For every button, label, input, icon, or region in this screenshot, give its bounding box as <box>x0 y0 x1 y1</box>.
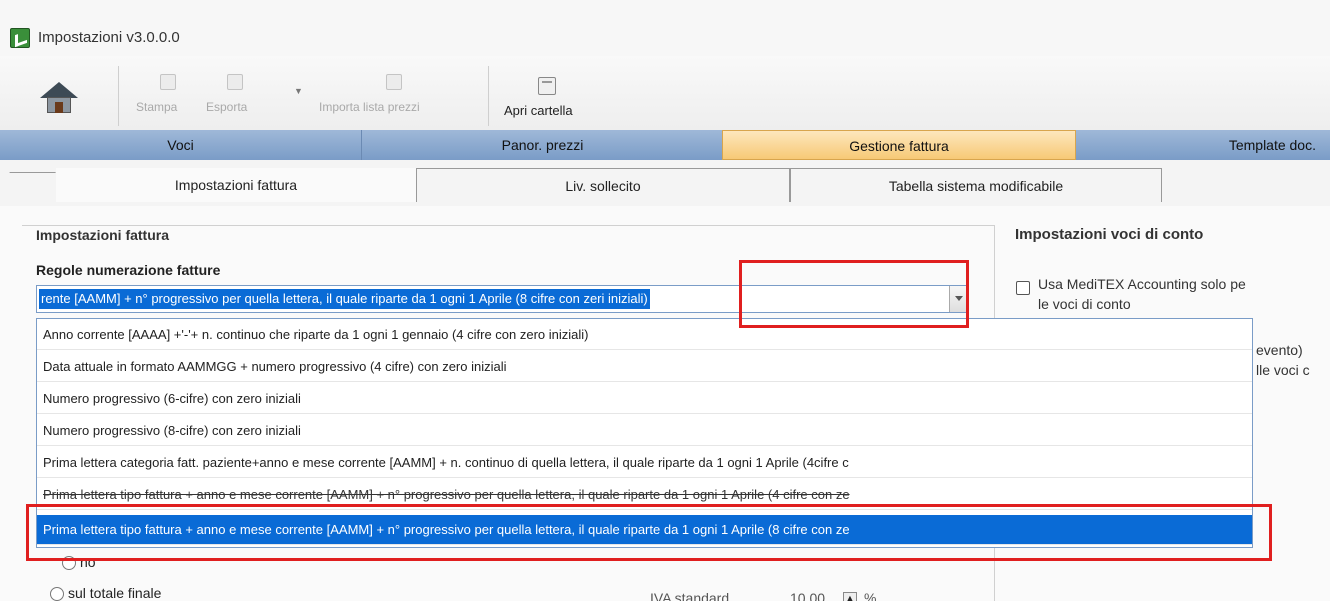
tab-voci[interactable]: Voci <box>0 130 362 160</box>
toolbar <box>0 56 1330 130</box>
account-settings-title: Impostazioni voci di conto <box>1015 226 1204 243</box>
window-title: Impostazioni v3.0.0.0 <box>38 29 180 46</box>
home-button[interactable] <box>38 82 82 116</box>
list-item[interactable]: Prima lettera categoria fatt. paziente+a… <box>37 448 1252 478</box>
subtab-tabella-sistema[interactable]: Tabella sistema modificabile <box>790 168 1162 202</box>
standard-label: IVA standard <box>650 590 730 601</box>
annotation-box <box>26 504 1272 561</box>
spin-up-icon[interactable]: ▲ <box>843 592 857 601</box>
standard-value[interactable]: 10,00 <box>790 590 825 601</box>
partial-text-2: lle voci c <box>1256 362 1310 378</box>
open-folder-button[interactable]: Apri cartella <box>504 103 573 118</box>
subtab-liv-sollecito[interactable]: Liv. sollecito <box>416 168 790 202</box>
partial-text-1: evento) <box>1256 342 1303 358</box>
list-item[interactable]: Numero progressivo (8-cifre) con zero in… <box>37 416 1252 446</box>
folder-icon <box>538 77 556 95</box>
checkbox-label-line2: le voci di conto <box>1038 296 1131 312</box>
import-price-list-button[interactable]: Importa lista prezzi <box>319 100 420 114</box>
tab-gestione-fattura[interactable]: Gestione fattura <box>722 130 1076 160</box>
export-button[interactable]: Esporta <box>206 100 247 114</box>
tab-panor-prezzi[interactable]: Panor. prezzi <box>362 130 724 160</box>
invoice-settings-title: Impostazioni fattura <box>32 227 174 243</box>
list-item[interactable]: Anno corrente [AAAA] +'-'+ n. continuo c… <box>37 320 1252 350</box>
standard-unit: % <box>864 590 877 601</box>
import-icon <box>386 74 402 90</box>
list-item[interactable]: Numero progressivo (6-cifre) con zero in… <box>37 384 1252 414</box>
annotation-box <box>739 260 969 328</box>
tab-template-doc[interactable]: Template doc. <box>1076 130 1330 160</box>
title-bar: Impostazioni v3.0.0.0 <box>0 0 1330 56</box>
subtab-impostazioni-fattura[interactable]: Impostazioni fattura <box>56 168 416 202</box>
chevron-down-icon[interactable]: ▼ <box>294 86 303 96</box>
numbering-selected-value: rente [AAMM] + n° progressivo per quella… <box>39 289 650 309</box>
list-item[interactable]: Data attuale in formato AAMMGG + numero … <box>37 352 1252 382</box>
radio-total[interactable] <box>50 587 64 601</box>
print-button[interactable]: Stampa <box>136 100 177 114</box>
print-icon <box>160 74 176 90</box>
settings-window: Impostazioni v3.0.0.0 Stampa Esporta ▼ I… <box>0 0 1330 601</box>
toolbar-separator <box>488 66 489 126</box>
numbering-label: Regole numerazione fatture <box>36 262 221 278</box>
checkbox-label-line1: Usa MediTEX Accounting solo pe <box>1038 276 1246 292</box>
toolbar-separator <box>118 66 119 126</box>
app-icon <box>10 28 30 48</box>
meditex-accounting-checkbox[interactable] <box>1016 281 1030 295</box>
export-icon <box>227 74 243 90</box>
house-icon <box>40 82 78 98</box>
radio-total-label: sul totale finale <box>68 585 162 601</box>
